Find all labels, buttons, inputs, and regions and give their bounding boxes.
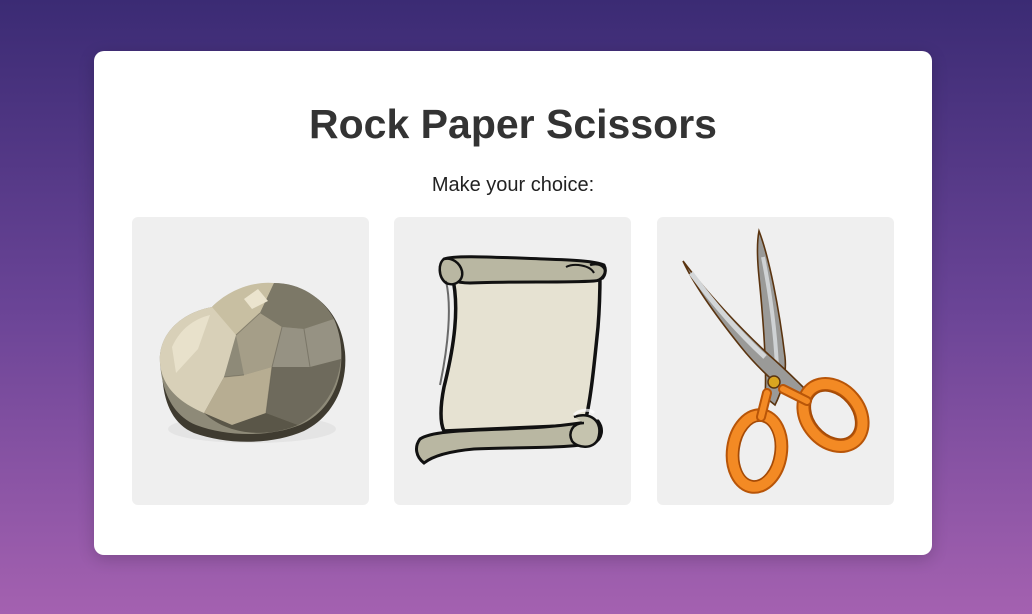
scissors-icon [682, 228, 870, 494]
paper-choice-button[interactable] [394, 217, 631, 505]
page-title: Rock Paper Scissors [309, 101, 717, 147]
rock-icon [159, 282, 346, 443]
game-card: Rock Paper Scissors Make your choice: [94, 51, 932, 555]
choice-prompt: Make your choice: [431, 174, 595, 196]
scissors-choice-button[interactable] [657, 217, 894, 505]
paper-scroll-icon [415, 255, 607, 465]
rock-choice-button[interactable] [132, 217, 369, 505]
